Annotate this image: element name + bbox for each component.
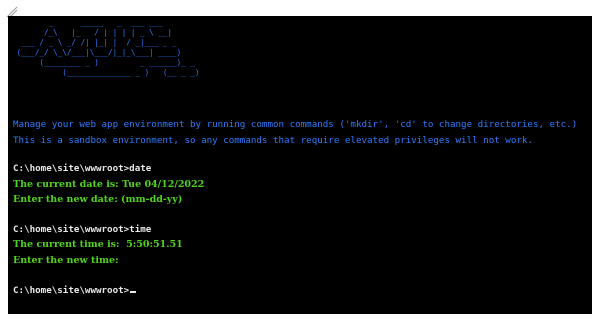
intro-line-1: Manage your web app environment by runni… [13,119,578,130]
text-cursor [130,291,137,293]
prompt-text: C:\home\site\wwwroot> [13,285,130,296]
command-prompt[interactable]: C:\home\site\wwwroot> [13,284,137,297]
console-window[interactable]: _ _____ _ ___ ___ /_\ |_ / | | | | _ \ _… [8,16,592,314]
output-current-date: The current date is: Tue 04/12/2022 [13,179,205,190]
command-line-date: C:\home\site\wwwroot>date [13,163,152,174]
output-enter-new-time: Enter the new time: [13,255,119,266]
azure-ascii-banner: _ _____ _ ___ ___ /_\ |_ / | | | | _ \ _… [16,18,200,77]
output-enter-new-date: Enter the new date: (mm-dd-yy) [13,194,183,205]
command-line-time: C:\home\site\wwwroot>time [13,224,152,235]
intro-line-2: This is a sandbox environment, so any co… [13,135,533,146]
output-current-time: The current time is: 5:50:51.51 [13,239,183,250]
